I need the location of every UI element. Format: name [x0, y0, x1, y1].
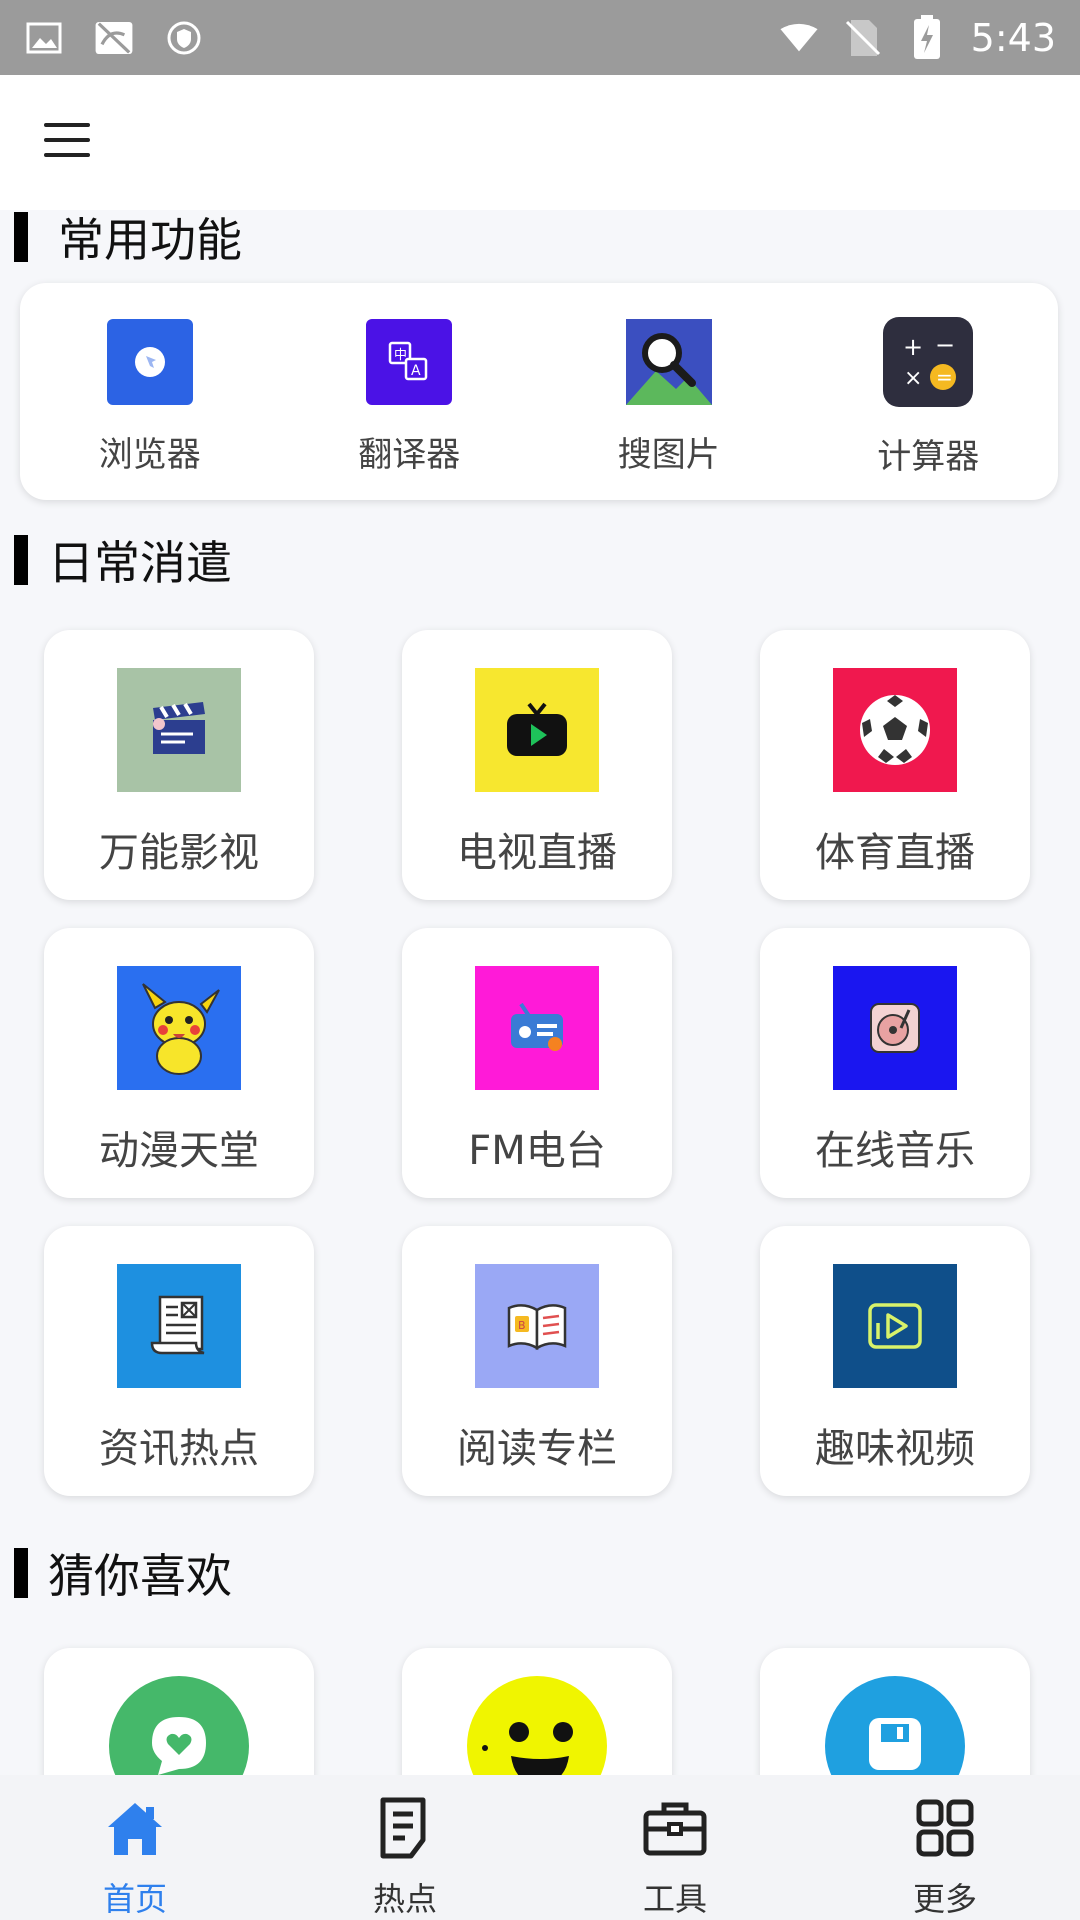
- tile-label: 趣味视频: [815, 1426, 975, 1472]
- tile-label: 体育直播: [815, 830, 975, 876]
- battery-charging-icon: [907, 14, 947, 59]
- nav-more[interactable]: 更多: [810, 1775, 1080, 1920]
- open-book-icon: B: [475, 1264, 599, 1388]
- tile-online-music[interactable]: 在线音乐: [760, 928, 1030, 1198]
- soccer-ball-icon: [833, 668, 957, 792]
- nav-home[interactable]: 首页: [0, 1775, 270, 1920]
- main-content[interactable]: 常用功能 浏览器 中A 翻译器 搜图片 + − × = 计算器 日常消遣 万能影…: [0, 210, 1080, 1775]
- section-bar: [14, 212, 28, 262]
- common-item-translate[interactable]: 中A 翻译器: [280, 283, 540, 500]
- smiley-face-icon: [467, 1676, 607, 1775]
- tile-news[interactable]: 资讯热点: [44, 1226, 314, 1496]
- chat-heart-icon: [109, 1676, 249, 1775]
- tile-label: 阅读专栏: [457, 1426, 617, 1472]
- bottom-nav: 首页 热点 工具 更多: [0, 1775, 1080, 1920]
- no-sim-icon: [843, 18, 883, 58]
- svg-text:=: =: [936, 365, 953, 389]
- common-item-image-search[interactable]: 搜图片: [539, 283, 799, 500]
- tile-label: 在线音乐: [815, 1128, 975, 1174]
- video-play-icon: [833, 1264, 957, 1388]
- status-bar: 5:43: [0, 0, 1080, 75]
- section-title-guess: 猜你喜欢: [14, 1540, 232, 1606]
- tile-movies[interactable]: 万能影视: [44, 630, 314, 900]
- tile-fun-video[interactable]: 趣味视频: [760, 1226, 1030, 1496]
- common-item-label: 搜图片: [617, 435, 720, 475]
- tv-icon: [475, 668, 599, 792]
- wifi-icon: [779, 18, 819, 58]
- turntable-icon: [833, 966, 957, 1090]
- tile-label: 电视直播: [457, 830, 617, 876]
- tile-sports-live[interactable]: 体育直播: [760, 630, 1030, 900]
- document-icon: [370, 1795, 440, 1860]
- shield-icon: [164, 18, 204, 58]
- common-item-label: 浏览器: [98, 435, 201, 475]
- image-search-icon: [625, 319, 712, 405]
- calculator-icon: + − × =: [883, 317, 974, 407]
- nav-hot[interactable]: 热点: [270, 1775, 540, 1920]
- tile-label: 资讯热点: [99, 1426, 259, 1472]
- pikachu-icon: [117, 966, 241, 1090]
- section-bar: [14, 535, 28, 585]
- section-title-text: 日常消遣: [48, 536, 232, 590]
- grid-icon: [910, 1795, 980, 1860]
- nav-label: 更多: [912, 1880, 977, 1918]
- clapperboard-icon: [117, 668, 241, 792]
- tile-label: 动漫天堂: [99, 1128, 259, 1174]
- common-functions-card: 浏览器 中A 翻译器 搜图片 + − × = 计算器: [20, 283, 1058, 500]
- section-bar: [14, 1548, 28, 1598]
- home-icon: [100, 1795, 170, 1860]
- tile-fm-radio[interactable]: FM电台: [402, 928, 672, 1198]
- hamburger-menu-icon[interactable]: [44, 123, 92, 159]
- tile-guess-3[interactable]: [760, 1648, 1030, 1775]
- nav-label: 热点: [372, 1880, 437, 1918]
- common-item-label: 翻译器: [358, 435, 461, 475]
- svg-text:×: ×: [904, 366, 922, 391]
- section-title-text: 常用功能: [58, 213, 242, 267]
- no-signal-app-icon: [94, 18, 134, 58]
- svg-text:+: +: [903, 333, 923, 361]
- common-item-label: 计算器: [877, 437, 980, 477]
- translate-icon: 中A: [366, 319, 453, 405]
- tile-guess-2[interactable]: [402, 1648, 672, 1775]
- tile-reading[interactable]: B 阅读专栏: [402, 1226, 672, 1496]
- tile-anime[interactable]: 动漫天堂: [44, 928, 314, 1198]
- tile-label: 万能影视: [99, 830, 259, 876]
- browser-icon: [106, 319, 193, 405]
- status-time: 5:43: [970, 15, 1056, 60]
- radio-icon: [475, 966, 599, 1090]
- tile-guess-1[interactable]: [44, 1648, 314, 1775]
- newspaper-icon: [117, 1264, 241, 1388]
- section-title-daily: 日常消遣: [14, 527, 232, 593]
- app-bar: [0, 75, 1080, 210]
- tile-tv-live[interactable]: 电视直播: [402, 630, 672, 900]
- common-item-calculator[interactable]: + − × = 计算器: [799, 283, 1059, 500]
- common-item-browser[interactable]: 浏览器: [20, 283, 280, 500]
- svg-text:B: B: [518, 1319, 526, 1332]
- tile-label: FM电台: [468, 1128, 606, 1174]
- section-title-common: 常用功能: [14, 210, 242, 270]
- save-disk-icon: [825, 1676, 965, 1775]
- image-icon: [24, 18, 64, 58]
- nav-label: 工具: [642, 1880, 707, 1918]
- nav-label: 首页: [102, 1880, 167, 1918]
- svg-text:−: −: [935, 331, 955, 359]
- section-title-text: 猜你喜欢: [48, 1549, 232, 1603]
- toolbox-icon: [640, 1795, 710, 1860]
- svg-text:A: A: [411, 363, 421, 379]
- nav-tools[interactable]: 工具: [540, 1775, 810, 1920]
